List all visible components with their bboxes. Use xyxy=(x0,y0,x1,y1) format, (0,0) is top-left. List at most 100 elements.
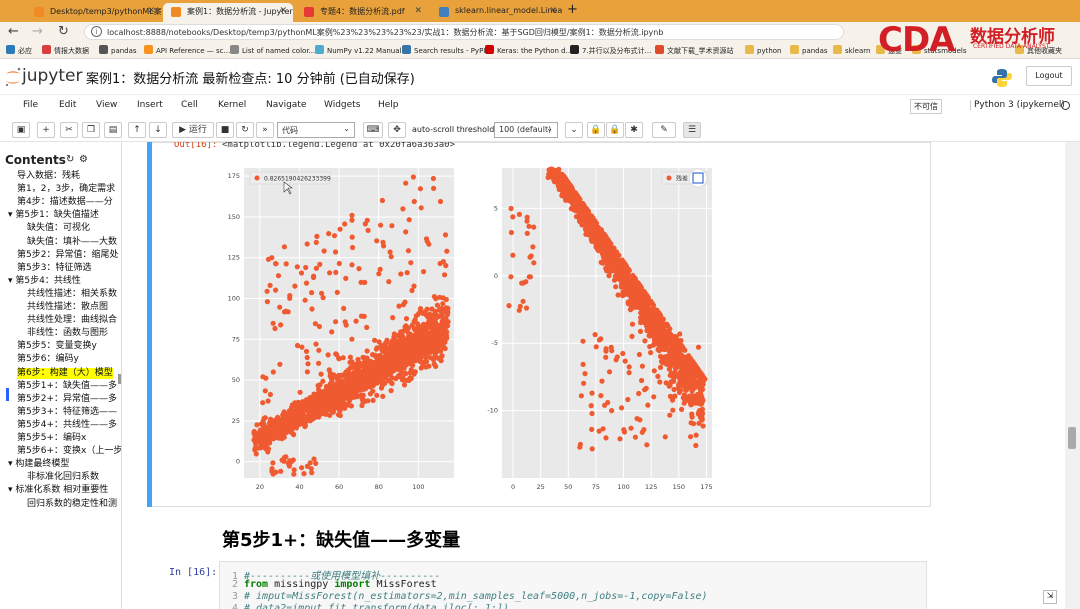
auto-scroll-select[interactable]: 100 (default) ⌄ xyxy=(494,122,558,138)
refresh-icon[interactable]: ↻ xyxy=(66,154,74,165)
toc-item[interactable]: 缺失值：可视化 xyxy=(27,223,90,234)
bookmark-item[interactable]: NumPy v1.22 Manual xyxy=(315,45,401,55)
notebook-title[interactable]: 案例1：数据分析流 最新检查点: 10 分钟前 (已自动保存) xyxy=(86,68,415,87)
menu-file[interactable]: File xyxy=(23,100,38,110)
reload-icon[interactable]: ↻ xyxy=(58,24,69,39)
run-button[interactable]: ▶ 运行 xyxy=(172,122,214,138)
bookmark-item[interactable]: 7.并行以及分布式计... xyxy=(570,45,651,56)
jupyter-wordmark[interactable]: jupyter xyxy=(22,66,82,86)
toc-item[interactable]: 共线性描述：散点图 xyxy=(27,302,108,313)
close-tab-icon[interactable]: ✕ xyxy=(279,6,287,16)
forward-arrow-icon[interactable]: → xyxy=(32,24,43,39)
new-tab-icon[interactable]: + xyxy=(567,2,578,17)
toc-item[interactable]: 第5步2+：异常值——多 xyxy=(17,394,117,405)
toc-item[interactable]: 导入数据：残耗 xyxy=(17,171,80,182)
toc-item[interactable]: ▾ 第5步1：缺失值描述 xyxy=(8,210,99,221)
menu-insert[interactable]: Insert xyxy=(137,100,163,110)
bookmark-item[interactable]: 文献下载_学术资源站 xyxy=(655,45,734,56)
lock-button[interactable]: 🔒 xyxy=(587,122,605,138)
menu-view[interactable]: View xyxy=(96,100,117,110)
jupyter-logo-icon[interactable] xyxy=(4,66,22,88)
bookmark-folder[interactable]: pandas xyxy=(790,45,828,55)
browser-tab-4[interactable]: sklearn.linear_model.LinearRegre... ✕ xyxy=(431,3,563,22)
interrupt-button[interactable]: ■ xyxy=(216,122,234,138)
move-up-button[interactable]: ↑ xyxy=(128,122,146,138)
save-button[interactable]: ▣ xyxy=(12,122,30,138)
y-tick-label: 150 xyxy=(228,213,240,221)
toc-item[interactable]: ▾ 构建最终模型 xyxy=(8,459,69,470)
lock-all-button[interactable]: 🔒 xyxy=(606,122,624,138)
toc-item[interactable]: 非标准化回归系数 xyxy=(27,472,99,483)
toc-item[interactable]: 回归系数的稳定性和测 xyxy=(27,499,117,510)
command-palette-button[interactable]: ⌨ xyxy=(363,122,383,138)
copy-button[interactable]: ❐ xyxy=(82,122,100,138)
info-icon[interactable]: i xyxy=(91,26,102,37)
bookmark-item[interactable]: 必应 xyxy=(6,45,32,56)
bookmark-item[interactable]: API Reference — sc... xyxy=(144,45,230,55)
menu-kernel[interactable]: Kernel xyxy=(218,100,246,110)
toc-item[interactable]: 第6步：构建（大）模型 xyxy=(17,367,113,379)
bookmark-folder[interactable]: sklearn xyxy=(833,45,870,55)
cut-button[interactable]: ✂ xyxy=(60,122,78,138)
menu-help[interactable]: Help xyxy=(378,100,399,110)
asterisk-button[interactable]: ✱ xyxy=(625,122,643,138)
bookmark-item[interactable]: List of named color... xyxy=(230,45,315,55)
toc-item[interactable]: 共线性描述：相关系数 xyxy=(27,289,117,300)
toc-item[interactable]: 第5步6+：变换x（上一步 xyxy=(17,446,121,457)
scatter-point xyxy=(403,229,409,235)
navigate-button[interactable]: ✥ xyxy=(388,122,406,138)
toc-item[interactable]: 第5步4+：共线性——多 xyxy=(17,420,117,431)
scatter-point xyxy=(386,370,393,376)
toc-item[interactable]: 第1，2，3步，确定需求 xyxy=(17,184,115,195)
toc-item[interactable]: 第5步3+：特征筛选—— xyxy=(17,407,117,418)
scatter-point xyxy=(642,387,648,393)
logout-button[interactable]: Logout xyxy=(1026,66,1072,86)
toc-item[interactable]: 第5步6：编码y xyxy=(17,354,79,365)
back-arrow-icon[interactable]: ← xyxy=(8,24,19,39)
browser-tab-3[interactable]: 专题4：数据分析流.pdf ✕ xyxy=(296,3,428,22)
menu-edit[interactable]: Edit xyxy=(59,100,76,110)
toc-item[interactable]: 非线性：函数与图形 xyxy=(27,328,108,339)
paste-button[interactable]: ▤ xyxy=(104,122,122,138)
scrollbar-thumb[interactable] xyxy=(1068,427,1076,449)
page-scrollbar[interactable] xyxy=(1065,142,1080,609)
toc-item[interactable]: 第5步2：异常值：缩尾处 xyxy=(17,250,118,261)
toc-item[interactable]: 第5步5+：编码x xyxy=(17,433,86,444)
menu-cell[interactable]: Cell xyxy=(181,100,198,110)
toc-item[interactable]: 第5步3：特征筛选 xyxy=(17,263,91,274)
toc-item[interactable]: 第5步1+：缺失值——多 xyxy=(17,381,117,392)
toc-item[interactable]: 缺失值：填补——大数 xyxy=(27,237,117,248)
trusted-indicator[interactable]: 不可信 xyxy=(910,99,942,114)
toc-item[interactable]: 共线性处理：曲线拟合 xyxy=(27,315,117,326)
restart-button[interactable]: ↻ xyxy=(236,122,254,138)
bookmark-item[interactable]: Search results - PyPI xyxy=(402,45,485,55)
move-down-button[interactable]: ↓ xyxy=(149,122,167,138)
close-tab-icon[interactable]: ✕ xyxy=(414,6,422,16)
scatter-point xyxy=(278,322,284,328)
bookmark-folder[interactable]: python xyxy=(745,45,782,55)
cell-type-select[interactable]: 代码 ⌄ xyxy=(277,122,355,138)
toc-item[interactable]: 第5步5：变量变换y xyxy=(17,341,97,352)
toc-toggle-button[interactable]: ☰ xyxy=(683,122,701,138)
toc-item[interactable]: ▾ 第5步4：共线性 xyxy=(8,276,81,287)
browser-tab-2[interactable]: 案例1：数据分析流 - Jupyter No... ✕ xyxy=(163,3,293,22)
code-cell-editor[interactable]: 1 #----------或使用模型填补---------- 2 from missi… xyxy=(219,561,927,609)
collapse-button[interactable]: ⌄ xyxy=(565,122,583,138)
bookmark-item[interactable]: Keras: the Python d... xyxy=(485,45,572,55)
gear-icon[interactable]: ⚙ xyxy=(79,154,88,165)
insert-cell-button[interactable]: + xyxy=(37,122,55,138)
bookmark-item[interactable]: pandas xyxy=(99,45,137,55)
address-bar[interactable]: i localhost:8888/notebooks/Desktop/temp3… xyxy=(84,24,844,40)
bookmark-item[interactable]: 情报大数据 xyxy=(42,45,89,56)
browser-tab-1[interactable]: Desktop/temp3/pythonML案例/... ✕ xyxy=(26,3,161,22)
toc-item[interactable]: ▾ 标准化系数 相对重要性 xyxy=(8,485,108,496)
close-tab-icon[interactable]: ✕ xyxy=(549,6,557,16)
scatter-point xyxy=(349,262,355,268)
menu-navigate[interactable]: Navigate xyxy=(266,100,306,110)
menu-widgets[interactable]: Widgets xyxy=(324,100,360,110)
format-button[interactable]: ✎ xyxy=(652,122,676,138)
close-tab-icon[interactable]: ✕ xyxy=(147,6,155,16)
toc-item[interactable]: 第4步：描述数据——分 xyxy=(17,197,113,208)
sidebar-scrollbar[interactable] xyxy=(118,374,121,384)
restart-run-all-button[interactable]: » xyxy=(256,122,274,138)
